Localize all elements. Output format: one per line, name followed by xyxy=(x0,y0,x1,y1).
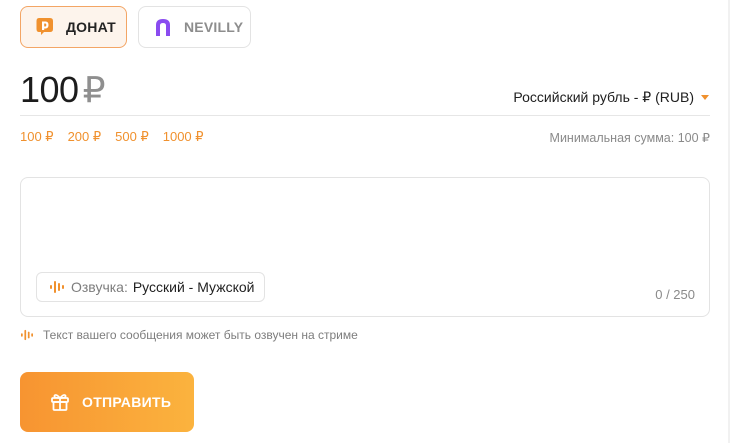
voice-select[interactable]: Озвучка: Русский - Мужской xyxy=(36,272,266,302)
donat-logo-icon xyxy=(35,17,55,37)
payment-tabs: ДОНАТ NEVILLY xyxy=(20,6,251,48)
tts-note: Текст вашего сообщения может быть озвуче… xyxy=(20,328,358,342)
voice-label: Озвучка: xyxy=(71,279,128,295)
currency-select[interactable]: Российский рубль - ₽ (RUB) xyxy=(513,89,709,106)
preset-200[interactable]: 200 ₽ xyxy=(68,129,102,145)
preset-100[interactable]: 100 ₽ xyxy=(20,129,54,145)
amount-currency-symbol: ₽ xyxy=(82,69,106,110)
amount-presets: 100 ₽ 200 ₽ 500 ₽ 1000 ₽ xyxy=(20,129,204,145)
submit-label: ОТПРАВИТЬ xyxy=(82,394,172,410)
tab-donat[interactable]: ДОНАТ xyxy=(20,6,127,48)
message-input[interactable] xyxy=(33,188,693,268)
tab-donat-label: ДОНАТ xyxy=(66,19,116,35)
preset-500[interactable]: 500 ₽ xyxy=(115,129,149,145)
nevilly-logo-icon xyxy=(153,17,173,37)
tts-note-text: Текст вашего сообщения может быть озвуче… xyxy=(43,328,358,342)
submit-button[interactable]: ОТПРАВИТЬ xyxy=(20,372,194,432)
tab-nevilly-label: NEVILLY xyxy=(184,19,244,35)
message-box: Озвучка: Русский - Мужской 0 / 250 xyxy=(20,177,710,317)
gift-icon xyxy=(51,394,69,411)
amount-divider xyxy=(20,115,710,116)
preset-1000[interactable]: 1000 ₽ xyxy=(163,129,204,145)
currency-selected: Российский рубль - ₽ (RUB) xyxy=(513,89,694,105)
sound-wave-icon xyxy=(50,281,64,293)
amount-value: 100 xyxy=(20,69,79,110)
sound-wave-icon xyxy=(21,329,33,341)
min-sum-text: Минимальная сумма: 100 ₽ xyxy=(549,131,710,145)
tab-nevilly[interactable]: NEVILLY xyxy=(138,6,251,48)
panel-edge xyxy=(728,0,730,443)
chevron-down-icon xyxy=(701,95,709,100)
char-counter: 0 / 250 xyxy=(655,287,695,302)
voice-value: Русский - Мужской xyxy=(132,279,255,295)
amount-input[interactable]: 100 ₽ xyxy=(20,69,105,111)
